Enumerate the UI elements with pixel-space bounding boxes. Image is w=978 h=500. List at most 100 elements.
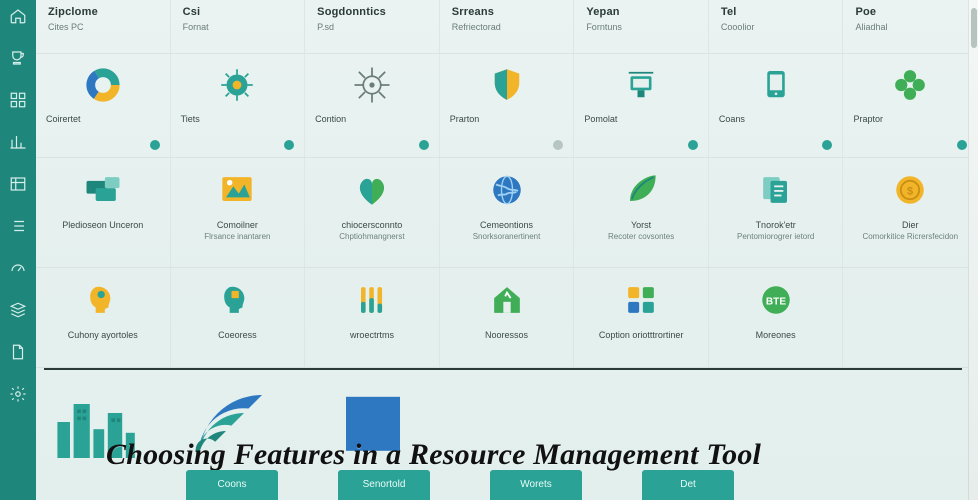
feature-cell[interactable]: Comoilner Flrsance inantaren bbox=[171, 158, 306, 267]
feature-grid: Coirertet Tiets Contion Prarton Pomolat bbox=[36, 54, 978, 368]
head-yellow-icon bbox=[81, 278, 125, 322]
feature-sublabel: Flrsance inantaren bbox=[177, 232, 299, 241]
head-teal-icon bbox=[215, 278, 259, 322]
heart-green-icon bbox=[350, 168, 394, 212]
feature-label: Tnorok'etr bbox=[715, 220, 837, 230]
feature-cell[interactable]: chiocersconnto Chptiohmangnerst bbox=[305, 158, 440, 267]
scrollbar[interactable] bbox=[968, 0, 978, 500]
feature-cell[interactable]: Yorst Recoter covsontes bbox=[574, 158, 709, 267]
status-chip bbox=[419, 140, 429, 150]
feature-cell bbox=[843, 268, 978, 367]
feature-cell[interactable]: Prarton bbox=[440, 54, 575, 157]
apps-multi-icon bbox=[619, 278, 663, 322]
action-pill[interactable]: Worets bbox=[490, 470, 582, 500]
feature-cell[interactable]: Cemeontions Snorksoranertinent bbox=[440, 158, 575, 267]
feature-sublabel: Chptiohmangnerst bbox=[311, 232, 433, 241]
feature-cell[interactable]: Pomolat bbox=[574, 54, 709, 157]
feature-cell[interactable]: wroectrtms bbox=[305, 268, 440, 367]
action-pill-bar: Coons Senortold Worets Det bbox=[186, 470, 734, 500]
feature-label: Cuhony ayortoles bbox=[42, 330, 164, 340]
column-subtitle: P.sd bbox=[317, 22, 429, 32]
status-chip bbox=[822, 140, 832, 150]
feature-label: Praptor bbox=[849, 114, 971, 124]
bottom-section: Choosing Features in a Resource Manageme… bbox=[36, 370, 978, 500]
feature-label: Yorst bbox=[580, 220, 702, 230]
globe-blue-icon bbox=[485, 168, 529, 212]
feature-cell[interactable]: Coirertet bbox=[36, 54, 171, 157]
feature-sublabel: Recoter covsontes bbox=[580, 232, 702, 241]
status-chip bbox=[553, 140, 563, 150]
feature-cell[interactable]: Nooressos bbox=[440, 268, 575, 367]
feature-label: Pledioseon Unceron bbox=[42, 220, 164, 230]
feature-cell[interactable]: Coans bbox=[709, 54, 844, 157]
tubes-yellow-icon bbox=[350, 278, 394, 322]
coin-yellow-icon: $ bbox=[888, 168, 932, 212]
cards-teal-icon bbox=[81, 168, 125, 212]
status-chip bbox=[957, 140, 967, 150]
feature-row: Coirertet Tiets Contion Prarton Pomolat bbox=[36, 54, 978, 158]
column-subtitle: Cooolior bbox=[721, 22, 833, 32]
page-title: Choosing Features in a Resource Manageme… bbox=[106, 438, 978, 472]
column-header[interactable]: SogdonnticsP.sd bbox=[305, 0, 440, 53]
cart-teal-icon bbox=[620, 64, 662, 106]
tablet-teal-icon bbox=[755, 64, 797, 106]
column-header[interactable]: Csi Fornat bbox=[171, 0, 306, 53]
feature-label: Prarton bbox=[446, 114, 568, 124]
feature-cell[interactable]: Tiets bbox=[171, 54, 306, 157]
feature-label: Dier bbox=[849, 220, 971, 230]
feature-cell[interactable]: BTE Moreones bbox=[709, 268, 844, 367]
status-chip bbox=[284, 140, 294, 150]
column-header[interactable]: Tel Cooolior bbox=[709, 0, 844, 53]
gear-icon[interactable] bbox=[8, 384, 28, 404]
feature-label: Coption oriotttrortiner bbox=[580, 330, 702, 340]
column-title: Tel bbox=[721, 6, 833, 18]
leaf-green-icon bbox=[619, 168, 663, 212]
feature-label: Contion bbox=[311, 114, 433, 124]
feature-label: Nooressos bbox=[446, 330, 568, 340]
feature-cell[interactable]: Tnorok'etr Pentomiorogrer ietord bbox=[709, 158, 844, 267]
feature-cell[interactable]: Pledioseon Unceron bbox=[36, 158, 171, 267]
feature-cell[interactable]: Contion bbox=[305, 54, 440, 157]
column-subtitle: Cites PC bbox=[48, 22, 160, 32]
action-pill[interactable]: Det bbox=[642, 470, 734, 500]
feature-row: Pledioseon Unceron Comoilner Flrsance in… bbox=[36, 158, 978, 268]
grid-icon[interactable] bbox=[8, 90, 28, 110]
feature-label: Coans bbox=[715, 114, 837, 124]
feature-cell[interactable]: $ Dier Comorkitice Ricrersfecidon bbox=[843, 158, 978, 267]
column-subtitle: Forntuns bbox=[586, 22, 698, 32]
column-subtitle: Aliadhal bbox=[855, 22, 967, 32]
action-pill[interactable]: Senortold bbox=[338, 470, 430, 500]
badge-green-icon: BTE bbox=[754, 278, 798, 322]
chart-icon[interactable] bbox=[8, 132, 28, 152]
feature-label: Tiets bbox=[177, 114, 299, 124]
feature-sublabel: Comorkitice Ricrersfecidon bbox=[849, 232, 971, 241]
feature-cell[interactable]: Coeoress bbox=[171, 268, 306, 367]
donut-tricolor-icon bbox=[82, 64, 124, 106]
feature-cell[interactable]: Cuhony ayortoles bbox=[36, 268, 171, 367]
feature-label: Coirertet bbox=[42, 114, 164, 124]
photo-yellow-icon bbox=[215, 168, 259, 212]
feature-label: chiocersconnto bbox=[311, 220, 433, 230]
scrollbar-thumb[interactable] bbox=[971, 8, 977, 48]
column-header[interactable]: PoeAliadhal bbox=[843, 0, 978, 53]
column-subtitle: Refriectorad bbox=[452, 22, 564, 32]
home-icon[interactable] bbox=[8, 6, 28, 26]
document-icon[interactable] bbox=[8, 342, 28, 362]
table-icon[interactable] bbox=[8, 174, 28, 194]
status-chip bbox=[150, 140, 160, 150]
action-pill[interactable]: Coons bbox=[186, 470, 278, 500]
feature-label: Moreones bbox=[715, 330, 837, 340]
cup-icon[interactable] bbox=[8, 48, 28, 68]
virus-outline-icon bbox=[351, 64, 393, 106]
gauge-icon[interactable] bbox=[8, 258, 28, 278]
column-header[interactable]: Yepan Forntuns bbox=[574, 0, 709, 53]
column-header[interactable]: SrreansRefriectorad bbox=[440, 0, 575, 53]
feature-cell[interactable]: Praptor bbox=[843, 54, 978, 157]
list-icon[interactable] bbox=[8, 216, 28, 236]
column-title: Yepan bbox=[586, 6, 698, 18]
column-title: Csi bbox=[183, 6, 295, 18]
column-header[interactable]: ZipclomeCites PC bbox=[36, 0, 171, 53]
column-subtitle: Fornat bbox=[183, 22, 295, 32]
feature-cell[interactable]: Coption oriotttrortiner bbox=[574, 268, 709, 367]
stack-icon[interactable] bbox=[8, 300, 28, 320]
